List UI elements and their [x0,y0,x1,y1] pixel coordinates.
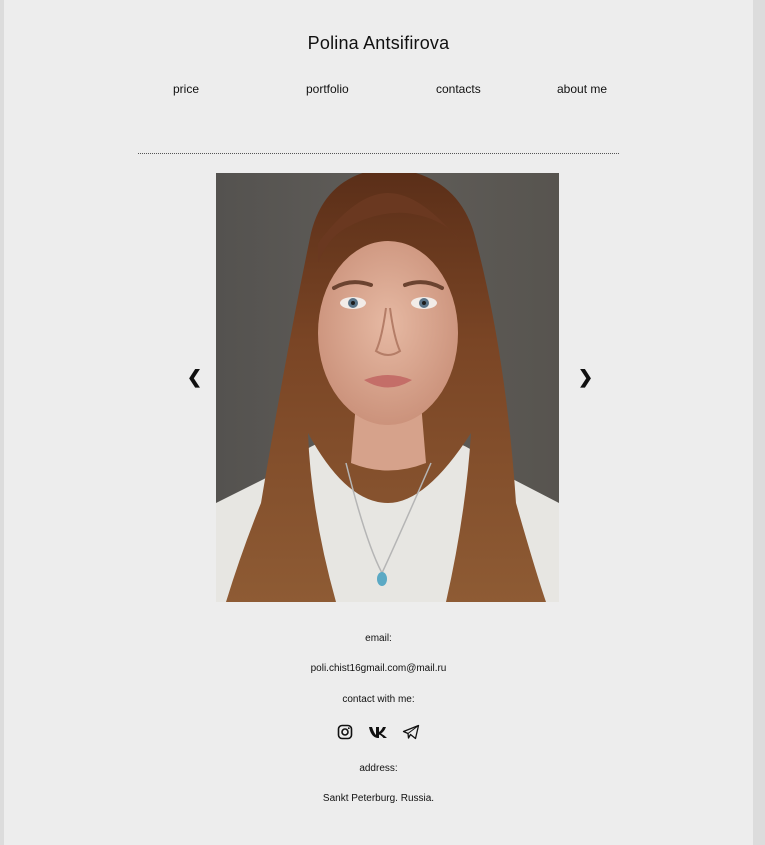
nav-item-contacts[interactable]: contacts [436,82,481,96]
site-title: Polina Antsifirova [307,33,450,53]
address-label: address: [359,763,398,774]
address-value: Sankt Peterburg. Russia. [322,793,435,804]
nav-item-portfolio[interactable]: portfolio [306,82,349,96]
nav-item-price[interactable]: price [173,82,199,96]
portrait-photo [216,173,559,602]
vk-icon[interactable] [368,725,388,744]
carousel-prev-button[interactable]: ❮ [187,367,202,387]
nav-item-about-me[interactable]: about me [557,82,607,96]
email-label: email: [365,633,392,644]
telegram-icon[interactable] [402,724,420,745]
instagram-icon[interactable] [337,724,353,745]
contact-with-me-label: contact with me: [342,694,415,705]
carousel-next-button[interactable]: ❯ [578,367,593,387]
main-nav: price portfolio contacts about me [4,82,753,102]
email-address[interactable]: poli.chist16gmail.com@mail.ru [4,663,753,674]
social-links [4,724,753,744]
divider [138,153,619,154]
page: Polina Antsifirova price portfolio conta… [4,0,753,845]
